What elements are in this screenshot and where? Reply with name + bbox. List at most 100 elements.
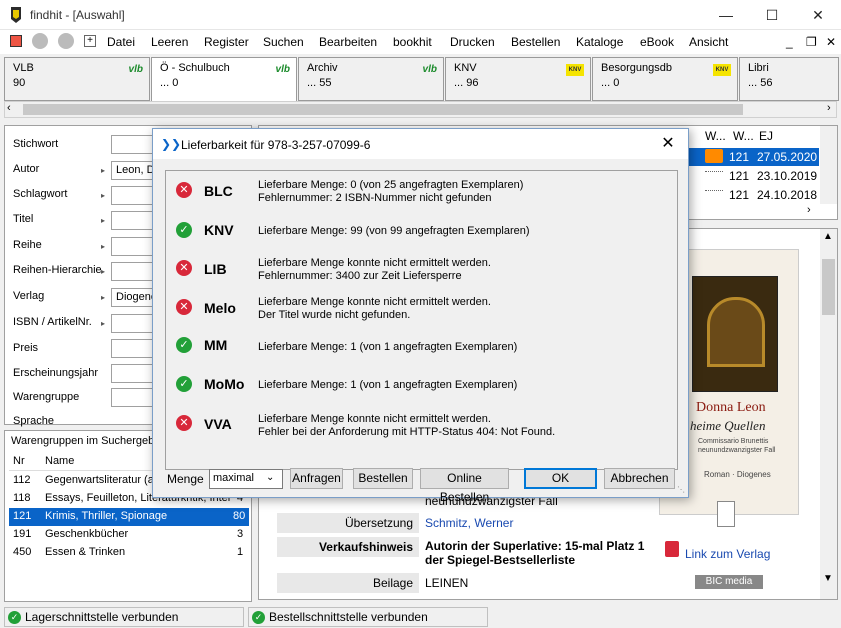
tab-count: ... 0 (160, 77, 179, 89)
tab-libri[interactable]: Libri ... 56 (739, 57, 839, 101)
expand-arrow-icon[interactable]: ▸ (101, 216, 105, 225)
wg-nr: 118 (13, 492, 31, 504)
col-name[interactable]: Name (45, 455, 74, 467)
scroll-right-icon[interactable]: › (827, 102, 831, 114)
label-reihe: Reihe (13, 239, 42, 251)
table-row[interactable]: 121 27.05.2020 (689, 148, 819, 166)
maximize-button[interactable]: ☐ (749, 0, 795, 30)
tab-name: KNV (454, 62, 477, 74)
wg-name: Geschenkbücher (45, 528, 129, 540)
app-menu-icon[interactable] (10, 35, 22, 47)
back-icon[interactable] (32, 33, 48, 49)
error-icon: ✕ (176, 299, 192, 315)
scroll-left-icon[interactable]: ‹ (7, 102, 11, 114)
lager-status: ✓ Lagerschnittstelle verbunden (4, 607, 244, 627)
menu-ansicht[interactable]: Ansicht (689, 35, 728, 49)
col-w2[interactable]: W... (733, 129, 754, 143)
expand-arrow-icon[interactable]: ▸ (101, 293, 105, 302)
title-bar: findhit - [Auswahl] — ☐ ✕ (0, 0, 841, 30)
detail-vscrollbar[interactable]: ▲ ▼ (820, 229, 837, 599)
catalog-tabs: VLB 90 vlb Ö - Schulbuch ... 0 vlb Archi… (0, 55, 841, 101)
expand-icon[interactable]: + (84, 35, 96, 47)
scroll-thumb[interactable] (23, 104, 743, 115)
source-line1: Lieferbare Menge konnte nicht ermittelt … (258, 296, 491, 308)
knv-logo-icon: KNV (566, 64, 584, 76)
menu-bearbeiten[interactable]: Bearbeiten (319, 35, 377, 49)
tab-besorgungsdb[interactable]: Besorgungsdb ... 0 KNV (592, 57, 738, 101)
source-line1: Lieferbare Menge: 99 (von 99 angefragten… (258, 225, 530, 237)
scroll-thumb[interactable] (822, 259, 835, 315)
publisher-link[interactable]: Link zum Verlag (685, 547, 770, 561)
col-nr[interactable]: Nr (13, 455, 25, 467)
label-preis: Preis (13, 342, 39, 354)
scroll-up-icon[interactable]: ▲ (823, 231, 833, 242)
expand-arrow-icon[interactable]: ▸ (101, 191, 105, 200)
close-button[interactable]: ✕ (795, 0, 841, 30)
bic-media-logo[interactable]: BIC media (695, 575, 763, 589)
tab-name: Libri (748, 62, 769, 74)
list-item[interactable]: 191 Geschenkbücher 3 (9, 526, 249, 544)
wg-name: Krimis, Thriller, Spionage (45, 510, 168, 522)
tab-knv[interactable]: KNV ... 96 KNV (445, 57, 591, 101)
menu-register[interactable]: Register (204, 35, 249, 49)
list-item[interactable]: 450 Essen & Trinken 1 (9, 544, 249, 562)
menu-ebook[interactable]: eBook (640, 35, 674, 49)
tabs-scrollbar[interactable]: ‹ › (4, 101, 837, 118)
wg-nr: 121 (13, 510, 32, 522)
col-ej[interactable]: EJ (759, 129, 773, 143)
knv-logo-icon: KNV (713, 64, 731, 76)
check-icon: ✓ (176, 376, 192, 392)
list-item[interactable]: 121 Krimis, Thriller, Spionage 80 (9, 508, 249, 526)
minimize-button[interactable]: — (703, 0, 749, 30)
bestellen-button[interactable]: Bestellen (353, 468, 413, 489)
anfragen-button[interactable]: Anfragen (290, 468, 343, 489)
source-line1: Lieferbare Menge: 1 (von 1 angefragten E… (258, 341, 518, 353)
forward-icon[interactable] (58, 33, 74, 49)
chevron-down-icon[interactable]: ⌄ (266, 472, 274, 483)
tab-count: ... 56 (748, 77, 773, 89)
expand-arrow-icon[interactable]: ▸ (101, 242, 105, 251)
source-row-lib: ✕ LIB Lieferbare Menge konnte nicht ermi… (166, 252, 677, 290)
error-icon: ✕ (176, 182, 192, 198)
translator-link[interactable]: Schmitz, Werner (425, 516, 513, 530)
source-name: MoMo (204, 376, 245, 392)
table-row[interactable]: 121 24.10.2018 (689, 186, 819, 204)
menu-bestellen[interactable]: Bestellen (511, 35, 560, 49)
menu-kataloge[interactable]: Kataloge (576, 35, 623, 49)
online-bestellen-button[interactable]: Online Bestellen (420, 468, 509, 504)
mdi-close-button[interactable]: ✕ (826, 35, 836, 49)
cover-thumbnail[interactable] (717, 501, 735, 527)
table-row[interactable]: 121 23.10.2019 (689, 167, 819, 185)
scroll-right-icon[interactable]: › (807, 204, 811, 216)
source-row-knv: ✓ KNV Lieferbare Menge: 99 (von 99 angef… (166, 213, 677, 251)
label-schlagwort: Schlagwort (13, 188, 68, 200)
mdi-minimize-button[interactable]: _ (786, 35, 793, 49)
ok-button[interactable]: OK (524, 468, 597, 489)
menu-datei[interactable]: Datei (107, 35, 135, 49)
label-warengruppe: Warengruppe (13, 391, 80, 403)
menu-bookhit[interactable]: bookhit (393, 35, 432, 49)
menu-leeren[interactable]: Leeren (151, 35, 188, 49)
expand-arrow-icon[interactable]: ▸ (101, 319, 105, 328)
tab-schulbuch[interactable]: Ö - Schulbuch ... 0 vlb (151, 57, 297, 101)
expand-arrow-icon[interactable]: ▸ (101, 267, 105, 276)
abbrechen-button[interactable]: Abbrechen (604, 468, 675, 489)
label-autor: Autor (13, 163, 40, 175)
vlb-badge: vlb (422, 64, 437, 75)
menu-suchen[interactable]: Suchen (263, 35, 304, 49)
error-icon: ✕ (176, 260, 192, 276)
tab-archiv[interactable]: Archiv ... 55 vlb (298, 57, 444, 101)
mdi-restore-button[interactable]: ❐ (806, 35, 817, 49)
row-ej: 27.05.2020 (757, 150, 818, 164)
dialog-close-button[interactable]: ✕ (654, 133, 682, 155)
result-vscrollbar[interactable] (820, 126, 837, 204)
resize-grip-icon[interactable]: ⋱ (677, 485, 685, 494)
tab-vlb[interactable]: VLB 90 vlb (4, 57, 150, 101)
app-icon (11, 7, 21, 23)
source-name: VVA (204, 416, 232, 432)
col-w1[interactable]: W... (705, 129, 726, 143)
expand-arrow-icon[interactable]: ▸ (101, 166, 105, 175)
menge-select[interactable]: maximal ⌄ (209, 469, 283, 489)
menu-drucken[interactable]: Drucken (450, 35, 495, 49)
scroll-down-icon[interactable]: ▼ (823, 573, 833, 584)
